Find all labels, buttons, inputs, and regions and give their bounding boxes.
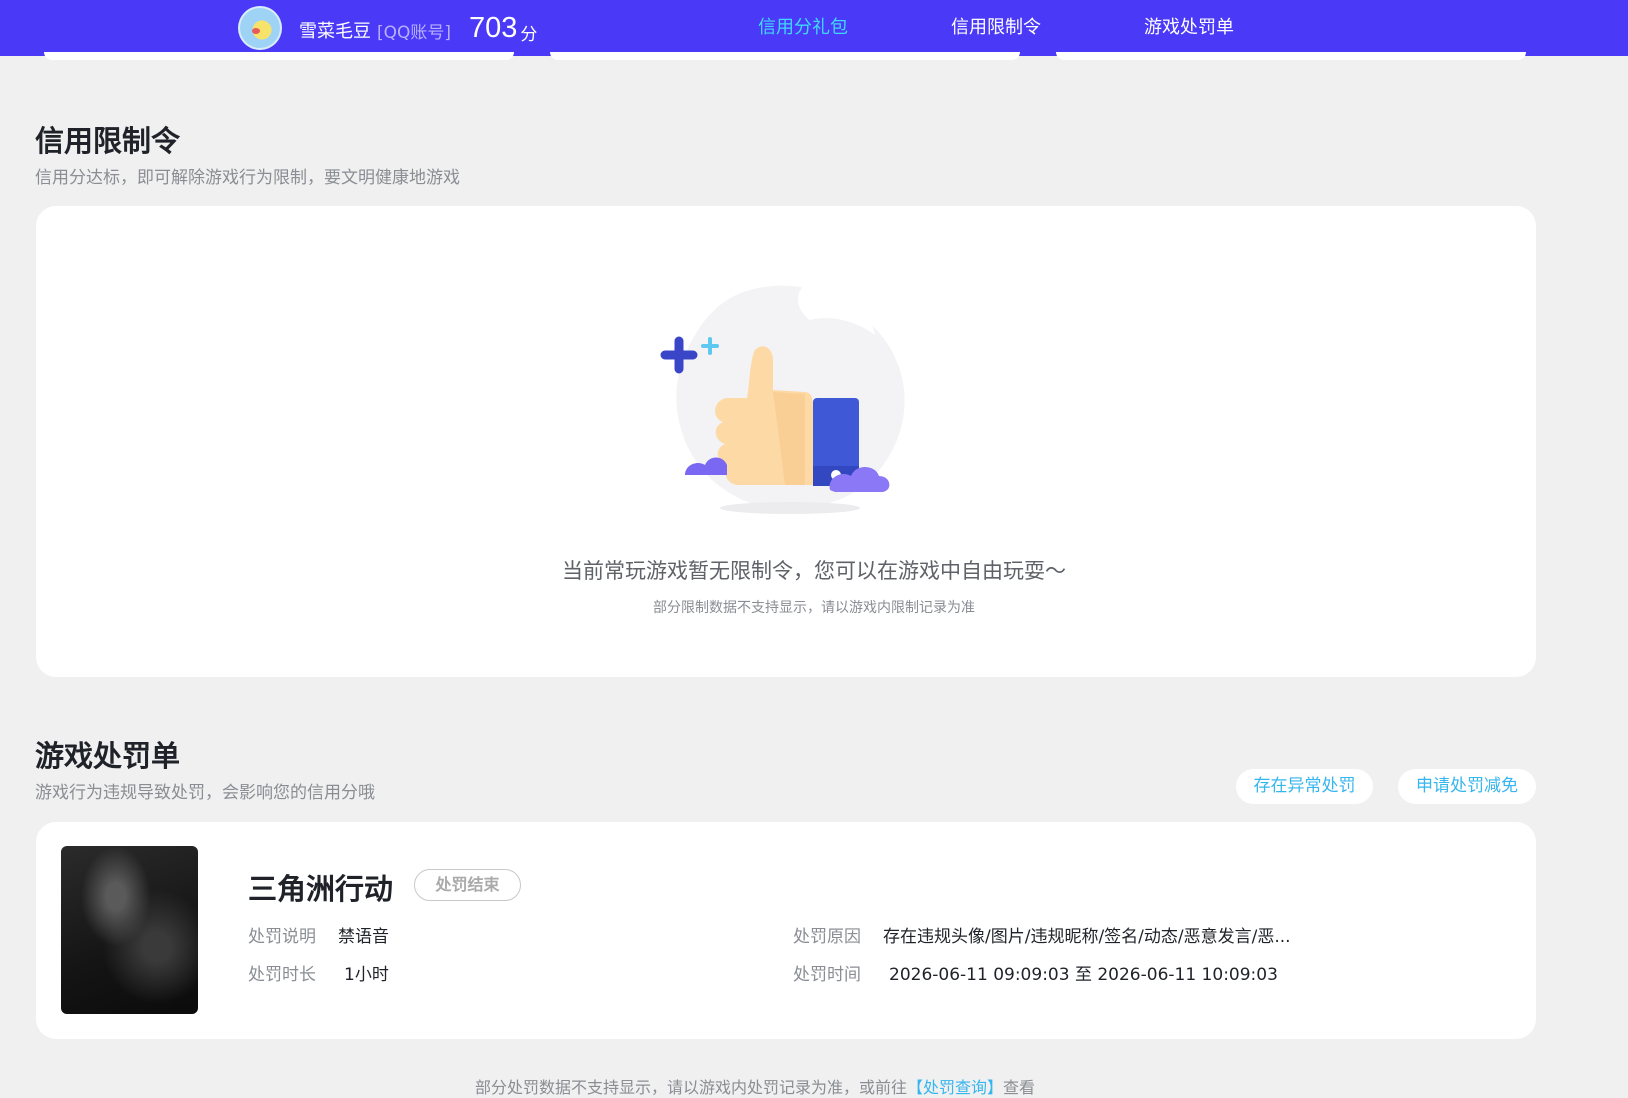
- punishment-reason-value: 存在违规头像/图片/违规昵称/签名/动态/恶意发言/恶...: [883, 927, 1291, 947]
- footer-suffix: 查看: [1003, 1078, 1036, 1097]
- section-title-restriction: 信用限制令: [35, 124, 181, 158]
- avatar[interactable]: [238, 6, 282, 50]
- punishment-reason-label: 处罚原因: [793, 927, 861, 947]
- user-profile: 雪菜毛豆 [QQ账号] 703 分: [238, 5, 537, 51]
- tab-credit-gift[interactable]: 信用分礼包: [758, 0, 848, 56]
- section-title-punishment: 游戏处罚单: [35, 739, 181, 773]
- nickname: 雪菜毛豆: [299, 21, 371, 42]
- credit-score: 703: [469, 11, 518, 44]
- thumbs-up-illustration: [660, 284, 905, 514]
- report-abnormal-punishment-button[interactable]: 存在异常处罚: [1236, 769, 1373, 804]
- tab-credit-restriction[interactable]: 信用限制令: [951, 0, 1041, 56]
- status-badge: 处罚结束: [414, 869, 521, 901]
- tab-game-punishment[interactable]: 游戏处罚单: [1144, 0, 1234, 56]
- punishment-duration-value: 1小时: [344, 965, 389, 985]
- section-subtitle-punishment: 游戏行为违规导致处罚，会影响您的信用分哦: [35, 783, 375, 803]
- punishment-duration-label: 处罚时长: [248, 965, 316, 985]
- game-name: 三角洲行动: [248, 872, 394, 906]
- credit-score-unit: 分: [520, 24, 538, 45]
- punishment-footer-note: 部分处罚数据不支持显示，请以游戏内处罚记录为准，或前往【处罚查询】查看: [475, 1074, 1035, 1098]
- punishment-time-label: 处罚时间: [793, 965, 861, 985]
- footer-text: 部分处罚数据不支持显示，请以游戏内处罚记录为准，或前往: [475, 1078, 908, 1097]
- top-header-bar: 雪菜毛豆 [QQ账号] 703 分 信用分礼包 信用限制令 游戏处罚单: [0, 0, 1628, 56]
- punishment-time-value: 2026-06-11 09:09:03 至 2026-06-11 10:09:0…: [889, 965, 1278, 985]
- apply-punishment-reduction-button[interactable]: 申请处罚减免: [1398, 769, 1536, 804]
- card-edge: [44, 52, 514, 60]
- account-type-label: [QQ账号]: [377, 22, 452, 43]
- empty-state-note: 部分限制数据不支持显示，请以游戏内限制记录为准: [653, 600, 975, 616]
- card-edge: [1056, 52, 1526, 60]
- punishment-desc-label: 处罚说明: [248, 927, 316, 947]
- game-cover-image: [61, 846, 198, 1014]
- card-edge: [550, 52, 1020, 60]
- empty-state-message: 当前常玩游戏暂无限制令，您可以在游戏中自由玩耍～: [562, 559, 1066, 583]
- section-subtitle-restriction: 信用分达标，即可解除游戏行为限制，要文明健康地游戏: [35, 168, 460, 188]
- punishment-desc-value: 禁语音: [338, 927, 389, 947]
- punishment-query-link[interactable]: 【处罚查询】: [907, 1078, 1003, 1097]
